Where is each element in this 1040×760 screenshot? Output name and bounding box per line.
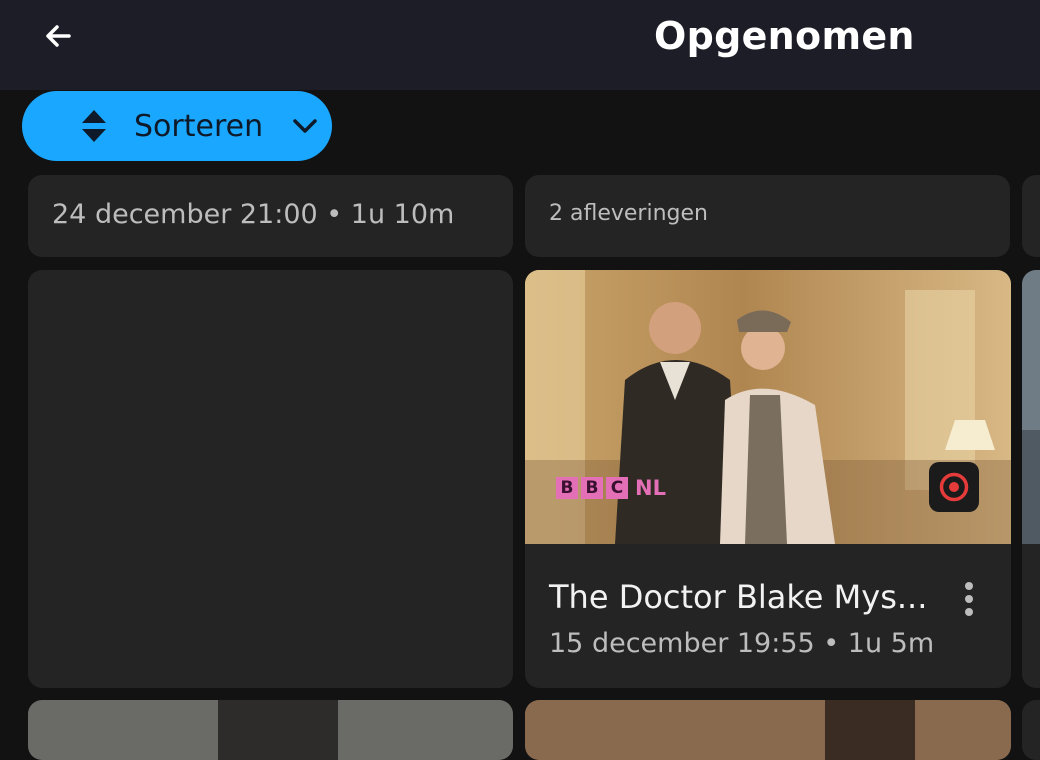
more-options-button[interactable]	[957, 582, 981, 616]
recording-meta: 15 december 19:55 • 1u 5m	[549, 628, 935, 659]
recording-meta: 24 december 21:00 • 1u 10m	[52, 199, 455, 230]
recording-title: The Doctor Blake Mys...	[549, 578, 928, 616]
sort-button[interactable]: Sorteren	[22, 91, 332, 161]
chevron-down-icon	[293, 119, 317, 133]
recording-thumbnail	[28, 700, 513, 760]
recording-meta: 2 afleveringen	[549, 201, 708, 226]
sort-icon	[82, 110, 106, 142]
recording-thumbnail	[525, 700, 1011, 760]
arrow-left-icon	[46, 25, 71, 47]
record-icon	[939, 472, 969, 502]
recording-card[interactable]	[28, 270, 513, 688]
page-title: Opgenomen	[654, 14, 915, 58]
recording-card[interactable]	[1022, 175, 1040, 257]
record-badge	[929, 462, 979, 512]
recording-card[interactable]	[28, 700, 513, 760]
recording-thumbnail	[1022, 270, 1040, 544]
top-bar: Opgenomen	[0, 0, 1040, 90]
recording-card[interactable]	[525, 700, 1011, 760]
recording-card[interactable]	[1022, 270, 1040, 688]
recording-card[interactable]: 24 december 21:00 • 1u 10m	[28, 175, 513, 257]
sort-label: Sorteren	[134, 109, 264, 144]
channel-logo: B B C NL	[556, 476, 666, 500]
recording-card[interactable]: B B C NL The Doctor Blake Mys... 15 dece…	[525, 270, 1011, 688]
recording-card[interactable]	[1022, 700, 1040, 760]
back-button[interactable]	[36, 14, 80, 58]
recording-card[interactable]: 2 afleveringen	[525, 175, 1010, 257]
